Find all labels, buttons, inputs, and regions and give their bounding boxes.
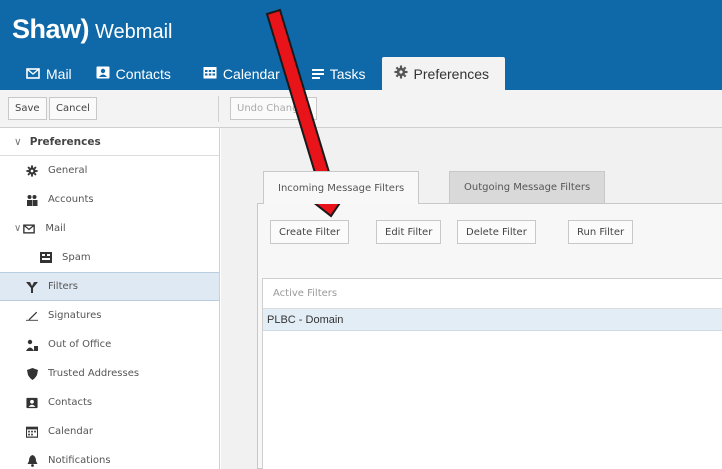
sidebar-item-label: Trusted Addresses (48, 368, 140, 379)
active-filters-header: Active Filters (263, 279, 722, 309)
sidebar-item-trusted-addresses[interactable]: Trusted Addresses (0, 359, 219, 388)
tab-contacts-label: Contacts (115, 65, 171, 82)
sidebar-item-label: Filters (48, 281, 78, 292)
sidebar-item-label: Spam (62, 252, 91, 263)
run-filter-button[interactable]: Run Filter (568, 220, 634, 244)
sidebar-item-label: General (48, 165, 88, 176)
sidebar-item-spam[interactable]: Spam (0, 243, 219, 272)
tab-incoming-label: Incoming Message Filters (278, 182, 405, 194)
tab-tasks[interactable]: Tasks (290, 57, 376, 90)
accounts-icon (26, 194, 38, 206)
sidebar-item-label: Mail (45, 223, 66, 234)
shield-icon (26, 367, 38, 380)
action-toolbar: Save Cancel Undo Changes (0, 90, 722, 128)
sidebar-item-out-of-office[interactable]: Out of Office (0, 330, 219, 359)
sidebar-item-calendar[interactable]: Calendar (0, 417, 219, 446)
tab-outgoing-message-filters[interactable]: Outgoing Message Filters (449, 171, 606, 203)
sidebar-item-general[interactable]: General (0, 156, 219, 185)
contact-card-icon (26, 397, 38, 409)
out-of-office-icon (26, 339, 38, 351)
active-filters-list: Active Filters PLBC - Domain (262, 278, 722, 469)
filters-main-panel: Incoming Message Filters Outgoing Messag… (221, 128, 722, 469)
spam-icon (40, 252, 52, 264)
tasks-icon (311, 66, 324, 82)
sidebar-item-filters[interactable]: Filters (0, 272, 219, 301)
filters-tab-panel: Create Filter Edit Filter Delete Filter … (257, 203, 722, 469)
sidebar-item-label: Out of Office (48, 339, 112, 350)
sidebar-item-notifications[interactable]: Notifications (0, 446, 219, 469)
brand-paren: ) (80, 14, 90, 44)
sidebar-item-label: Contacts (48, 397, 93, 408)
sidebar-item-label: Notifications (48, 455, 111, 466)
signature-icon (26, 310, 38, 322)
tab-mail[interactable]: Mail (0, 57, 82, 90)
sidebar-item-contacts[interactable]: Contacts (0, 388, 219, 417)
sidebar-item-label: Accounts (48, 194, 94, 205)
tab-tasks-label: Tasks (329, 65, 366, 82)
brand-logo[interactable]: Shaw) Webmail (12, 14, 172, 45)
envelope-icon (23, 223, 36, 235)
bell-icon (26, 454, 38, 467)
tab-preferences-label: Preferences (413, 65, 490, 82)
gear-icon (394, 65, 408, 83)
create-filter-button[interactable]: Create Filter (270, 220, 350, 244)
sidebar-item-mail[interactable]: ∨ Mail (0, 214, 219, 243)
main-nav-tabs: Mail Contacts Calendar Tasks Preferences (0, 57, 506, 90)
tab-calendar[interactable]: Calendar (181, 57, 290, 90)
tab-preferences[interactable]: Preferences (381, 57, 506, 90)
sidebar-item-label: Signatures (48, 310, 102, 321)
contact-card-icon (96, 66, 110, 82)
filter-name: PLBC - Domain (267, 313, 344, 326)
app-header: Shaw) Webmail Mail Contacts Calendar Tas… (0, 0, 722, 90)
sidebar-header[interactable]: ∨ Preferences (0, 128, 219, 156)
toolbar-divider (218, 96, 219, 122)
save-button[interactable]: Save (8, 97, 47, 120)
sidebar-item-signatures[interactable]: Signatures (0, 301, 219, 330)
tab-mail-label: Mail (46, 65, 72, 82)
delete-filter-button[interactable]: Delete Filter (457, 220, 536, 244)
cancel-button[interactable]: Cancel (49, 97, 97, 120)
tab-outgoing-label: Outgoing Message Filters (464, 182, 591, 193)
envelope-icon (26, 66, 40, 82)
gear-icon (26, 164, 38, 177)
tab-contacts[interactable]: Contacts (82, 57, 181, 90)
brand-name: Shaw (12, 14, 81, 44)
tab-incoming-message-filters[interactable]: Incoming Message Filters (263, 171, 420, 204)
undo-changes-button[interactable]: Undo Changes (230, 97, 317, 120)
chevron-down-icon: ∨ (14, 223, 22, 234)
sidebar-header-label: Preferences (29, 135, 101, 148)
brand-product: Webmail (95, 21, 173, 43)
sidebar-item-accounts[interactable]: Accounts (0, 185, 219, 214)
chevron-down-icon: ∨ (14, 135, 22, 148)
calendar-icon (203, 66, 217, 82)
sidebar-item-label: Calendar (48, 426, 93, 437)
list-item[interactable]: PLBC - Domain (263, 309, 722, 331)
tab-calendar-label: Calendar (222, 65, 280, 82)
calendar-icon (26, 426, 38, 438)
preferences-sidebar: ∨ Preferences General Accounts ∨ Mail Sp… (0, 128, 220, 469)
filter-icon (26, 281, 38, 293)
edit-filter-button[interactable]: Edit Filter (376, 220, 442, 244)
